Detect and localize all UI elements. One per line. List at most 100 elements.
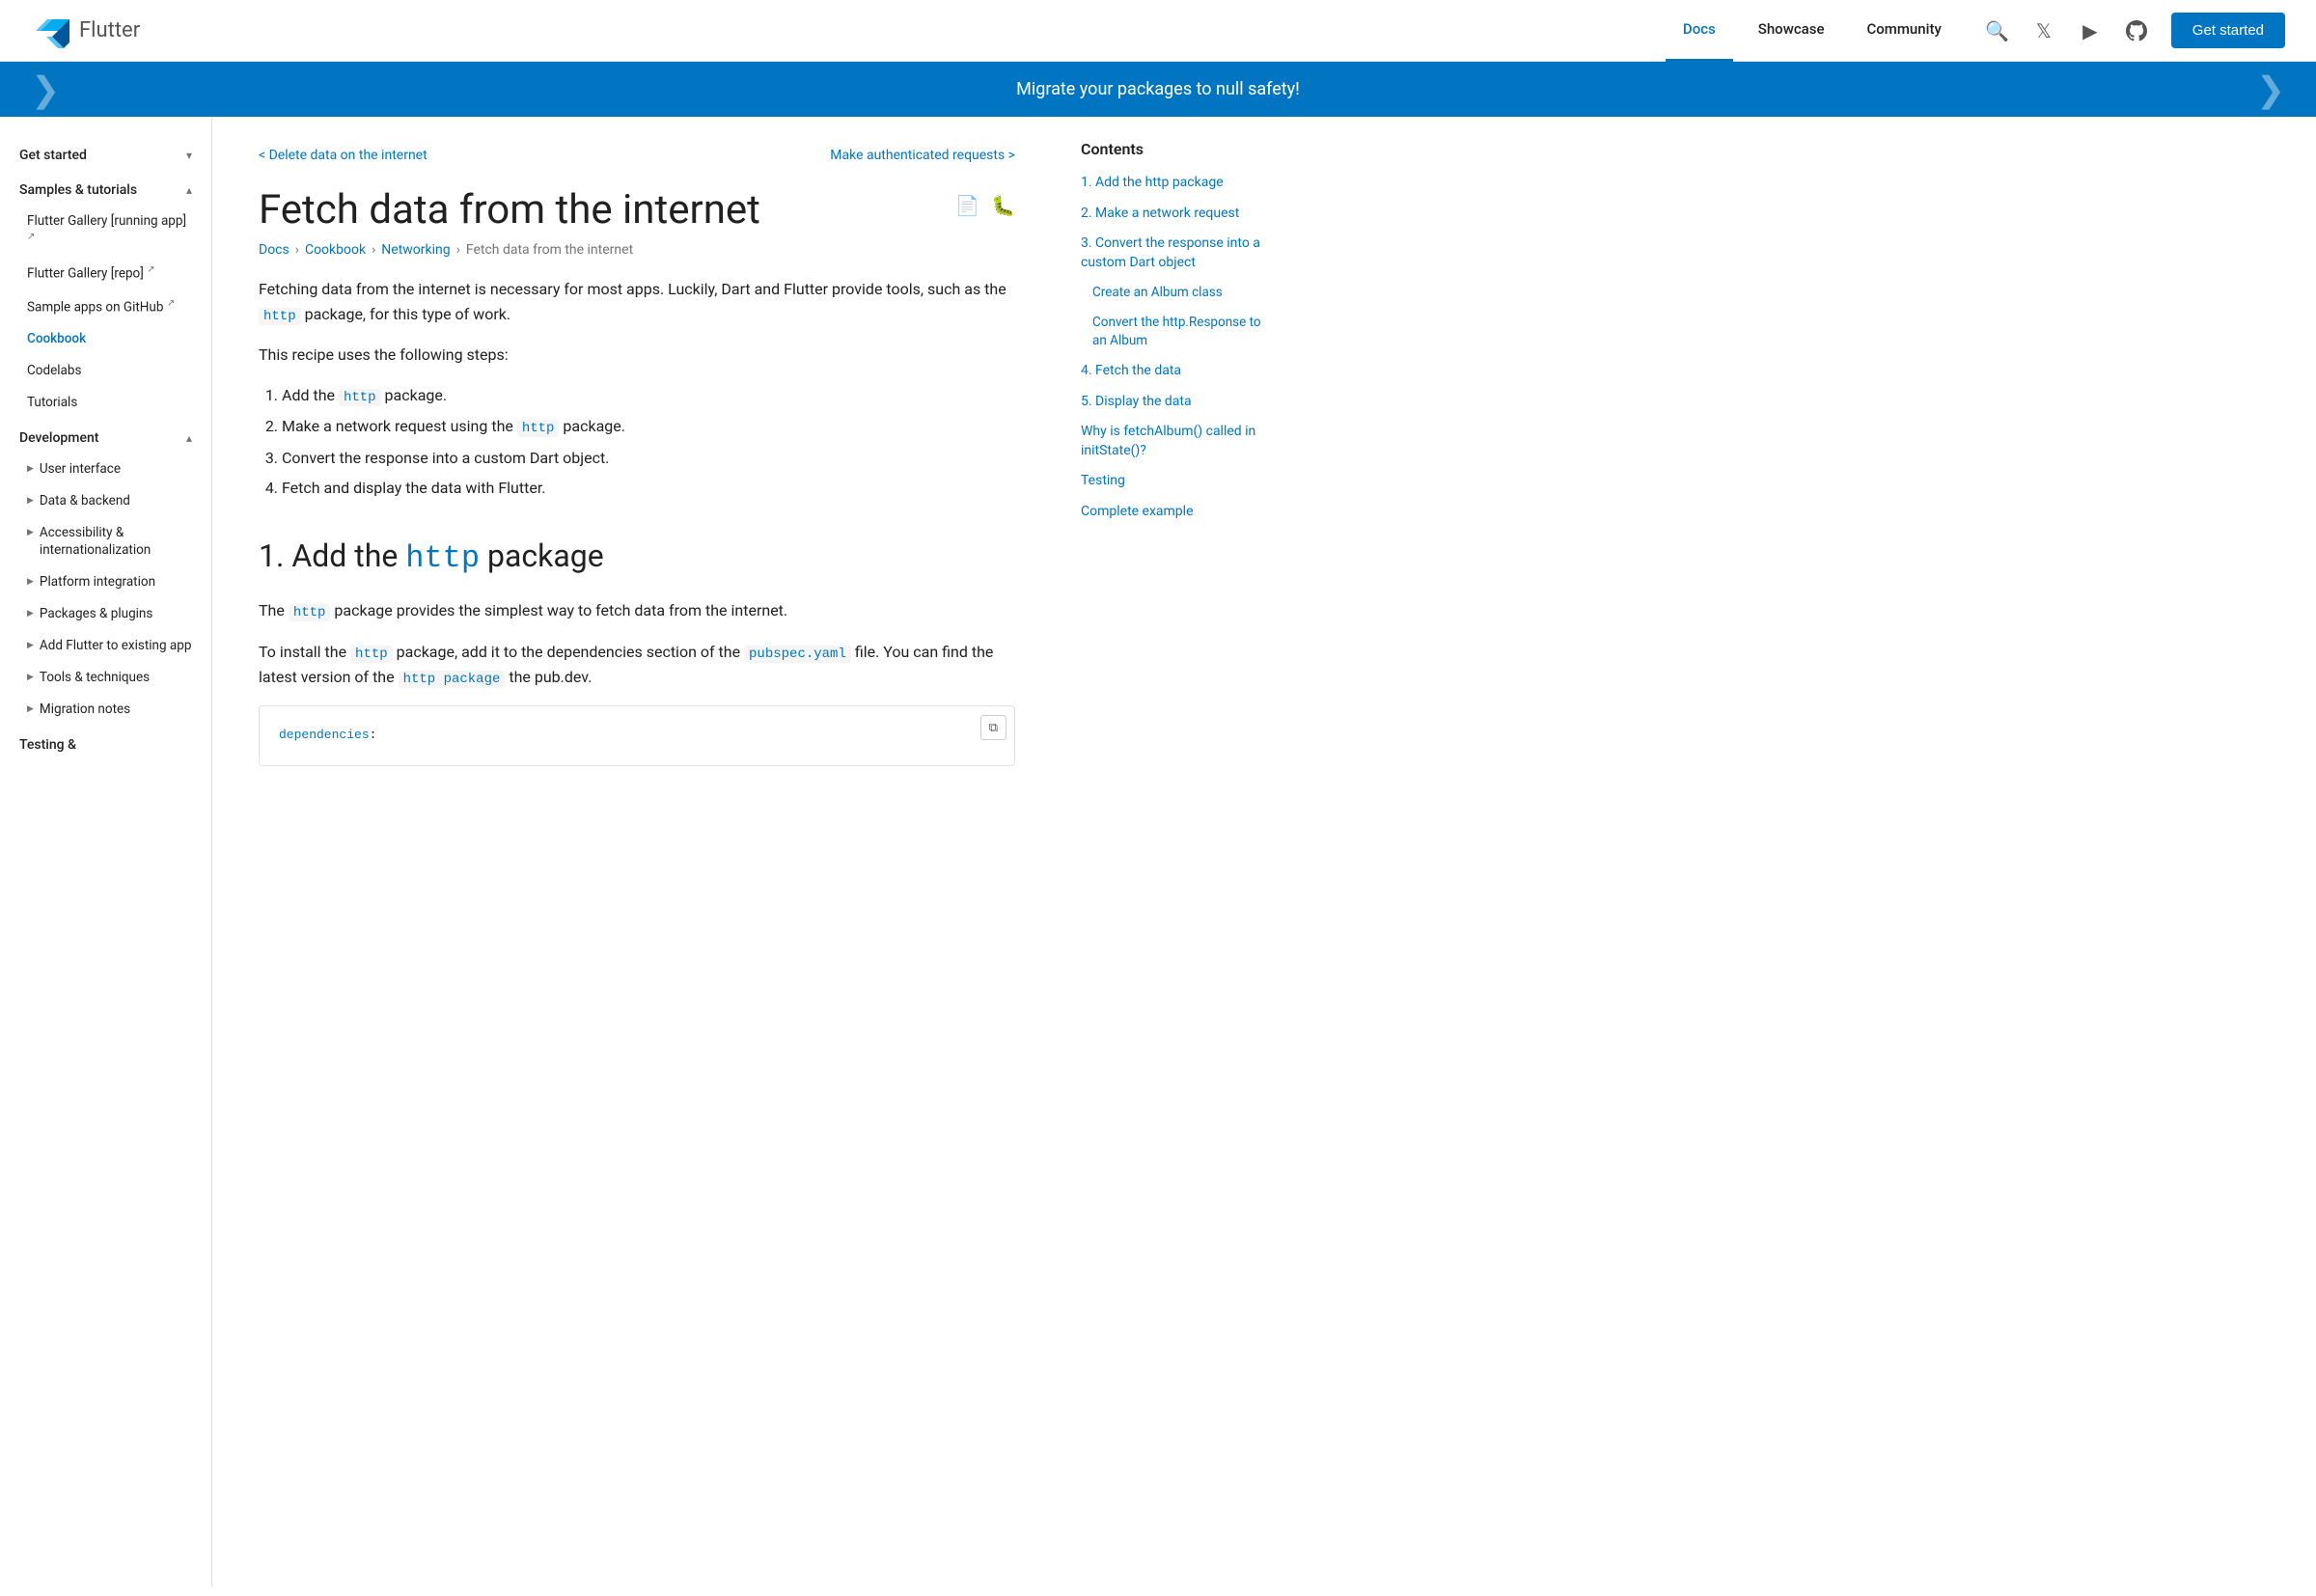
document-icon[interactable]: 📄	[955, 194, 979, 217]
sidebar-section-samples: Samples & tutorials ▴ Flutter Gallery [r…	[0, 175, 211, 419]
chevron-up-icon: ▴	[186, 431, 192, 445]
step-1: Add the http package.	[282, 383, 1015, 408]
sidebar-item-platform-integration[interactable]: Platform integration	[0, 566, 211, 598]
toc-sidebar: Contents 1. Add the http package 2. Make…	[1062, 117, 1293, 1587]
sidebar-item-codelabs[interactable]: Codelabs	[0, 355, 211, 387]
main-content: < Delete data on the internet Make authe…	[212, 117, 1062, 1587]
http-inline-code-3: http	[350, 646, 393, 663]
sidebar-item-flutter-gallery-running[interactable]: Flutter Gallery [running app] ↗	[0, 206, 211, 257]
toc-item-fetch-data[interactable]: 4. Fetch the data	[1081, 362, 1274, 381]
toc-item-convert-response[interactable]: 3. Convert the response into a custom Da…	[1081, 234, 1274, 272]
steps-list: Add the http package. Make a network req…	[282, 383, 1015, 501]
prev-page-link[interactable]: < Delete data on the internet	[259, 148, 427, 163]
step-3: Convert the response into a custom Dart …	[282, 446, 1015, 471]
content-body: Fetching data from the internet is neces…	[259, 277, 1015, 766]
external-link-icon: ↗	[167, 298, 175, 309]
step-2: Make a network request using the http pa…	[282, 414, 1015, 439]
logo-link[interactable]: Flutter	[31, 12, 140, 50]
sidebar-development-label: Development	[19, 430, 98, 446]
sidebar-get-started-header[interactable]: Get started ▾	[0, 140, 211, 171]
sidebar-section-testing: Testing &	[0, 729, 211, 760]
toc-item-create-album[interactable]: Create an Album class	[1092, 284, 1274, 302]
breadcrumb-networking[interactable]: Networking	[381, 242, 450, 258]
next-page-link[interactable]: Make authenticated requests >	[830, 148, 1015, 163]
code-key-dependencies: dependencies	[279, 728, 370, 742]
code-block: dependencies:	[260, 706, 1014, 765]
youtube-icon[interactable]: ▶	[2075, 15, 2106, 46]
banner-text: Migrate your packages to null safety!	[1016, 79, 1300, 99]
breadcrumb-cookbook[interactable]: Cookbook	[305, 242, 366, 258]
page-layout: Get started ▾ Samples & tutorials ▴ Flut…	[0, 117, 2316, 1587]
sidebar-item-user-interface[interactable]: User interface	[0, 454, 211, 485]
toc-item-add-http[interactable]: 1. Add the http package	[1081, 174, 1274, 193]
sidebar-item-sample-apps[interactable]: Sample apps on GitHub ↗	[0, 290, 211, 323]
header-icons: 🔍 𝕏 ▶	[1982, 15, 2152, 46]
section1-p2: To install the http package, add it to t…	[259, 640, 1015, 691]
http-inline-code-2: http	[289, 604, 331, 621]
toc-item-complete[interactable]: Complete example	[1081, 503, 1274, 522]
breadcrumb-docs[interactable]: Docs	[259, 242, 290, 258]
code-block-container: ⧉ dependencies:	[259, 705, 1015, 766]
sidebar-samples-label: Samples & tutorials	[19, 182, 137, 198]
intro-paragraph: Fetching data from the internet is neces…	[259, 277, 1015, 327]
sidebar-item-tutorials[interactable]: Tutorials	[0, 387, 211, 419]
main-nav: Docs Showcase Community 🔍 𝕏 ▶ Get starte…	[1666, 0, 2285, 62]
sidebar-item-data-backend[interactable]: Data & backend	[0, 485, 211, 517]
sidebar: Get started ▾ Samples & tutorials ▴ Flut…	[0, 117, 212, 1587]
sidebar-item-cookbook[interactable]: Cookbook	[0, 323, 211, 355]
sidebar-item-flutter-gallery-repo[interactable]: Flutter Gallery [repo] ↗	[0, 257, 211, 289]
http-code-heading: http	[405, 540, 480, 576]
breadcrumb-sep-3: ›	[456, 242, 460, 258]
toc-item-testing[interactable]: Testing	[1081, 472, 1274, 491]
sidebar-samples-header[interactable]: Samples & tutorials ▴	[0, 175, 211, 206]
external-link-icon: ↗	[27, 232, 35, 242]
sidebar-item-migration-notes[interactable]: Migration notes	[0, 694, 211, 726]
sidebar-item-add-flutter[interactable]: Add Flutter to existing app	[0, 630, 211, 662]
page-title-row: Fetch data from the internet 📄 🐛	[259, 186, 1015, 234]
chevron-down-icon: ▾	[186, 149, 192, 162]
page-nav: < Delete data on the internet Make authe…	[259, 148, 1015, 163]
banner-prev-arrow[interactable]: ❯	[31, 69, 60, 110]
toc-title: Contents	[1081, 140, 1274, 158]
steps-intro: This recipe uses the following steps:	[259, 343, 1015, 368]
toc-item-display-data[interactable]: 5. Display the data	[1081, 393, 1274, 412]
page-title-icons: 📄 🐛	[955, 194, 1015, 217]
sidebar-testing-header[interactable]: Testing &	[0, 729, 211, 760]
section1-heading: 1. Add the http package	[259, 532, 1015, 583]
toc-item-convert-album[interactable]: Convert the http.Response to an Album	[1092, 314, 1274, 350]
sidebar-item-packages-plugins[interactable]: Packages & plugins	[0, 598, 211, 630]
nav-docs[interactable]: Docs	[1666, 0, 1733, 62]
page-title: Fetch data from the internet	[259, 186, 955, 234]
http-package-link[interactable]: http package	[399, 671, 506, 688]
breadcrumb: Docs › Cookbook › Networking › Fetch dat…	[259, 242, 1015, 258]
sidebar-section-development: Development ▴ User interface Data & back…	[0, 423, 211, 726]
external-link-icon: ↗	[147, 264, 154, 275]
http-inline-code-1: http	[259, 308, 301, 325]
nav-showcase[interactable]: Showcase	[1741, 0, 1842, 62]
sidebar-get-started-label: Get started	[19, 148, 87, 163]
section1-p1: The http package provides the simplest w…	[259, 598, 1015, 623]
header: Flutter Docs Showcase Community 🔍 𝕏 ▶ Ge…	[0, 0, 2316, 62]
twitter-icon[interactable]: 𝕏	[2028, 15, 2059, 46]
http-code-step2: http	[517, 420, 560, 437]
http-code-step1: http	[339, 389, 381, 406]
step-4: Fetch and display the data with Flutter.	[282, 476, 1015, 501]
sidebar-item-tools-techniques[interactable]: Tools & techniques	[0, 662, 211, 694]
pubspec-inline-code: pubspec.yaml	[744, 646, 851, 663]
copy-button[interactable]: ⧉	[980, 715, 1006, 740]
nav-community[interactable]: Community	[1850, 0, 1959, 62]
sidebar-item-accessibility[interactable]: Accessibility & internationalization	[0, 517, 211, 567]
sidebar-development-header[interactable]: Development ▴	[0, 423, 211, 454]
bug-icon[interactable]: 🐛	[991, 194, 1015, 217]
code-block-header: ⧉	[980, 714, 1006, 740]
get-started-button[interactable]: Get started	[2171, 13, 2285, 48]
toc-item-network-request[interactable]: 2. Make a network request	[1081, 205, 1274, 224]
search-icon[interactable]: 🔍	[1982, 15, 2013, 46]
breadcrumb-current: Fetch data from the internet	[466, 242, 633, 258]
sidebar-testing-label: Testing &	[19, 737, 76, 753]
breadcrumb-sep-1: ›	[295, 242, 299, 258]
banner-next-arrow[interactable]: ❯	[2256, 69, 2285, 110]
chevron-up-icon: ▴	[186, 183, 192, 197]
toc-item-why-fetch[interactable]: Why is fetchAlbum() called in initState(…	[1081, 423, 1274, 460]
github-icon[interactable]	[2121, 15, 2152, 46]
